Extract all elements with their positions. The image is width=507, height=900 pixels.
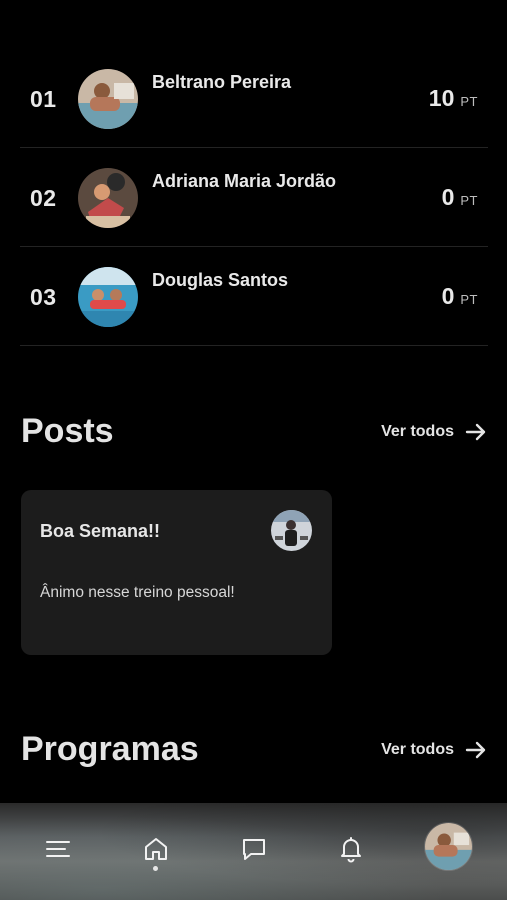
arrow-right-icon	[465, 423, 486, 440]
post-body: Ânimo nesse treino pessoal!	[40, 584, 235, 601]
athlete-name: Beltrano Pereira	[152, 72, 292, 92]
post-author-avatar	[271, 510, 312, 551]
notifications-button[interactable]	[333, 831, 369, 867]
score: 0 PT	[442, 283, 478, 310]
athlete-name: Douglas Santos	[152, 270, 289, 290]
post-card[interactable]: Boa Semana!! Ânimo nesse treino pessoal!	[21, 490, 332, 655]
menu-icon	[46, 841, 70, 857]
score: 0 PT	[442, 184, 478, 211]
profile-avatar[interactable]	[424, 822, 473, 871]
chat-icon	[243, 839, 265, 860]
ranking-row[interactable]: 03 Douglas Santos 0 PT	[20, 247, 488, 346]
score-unit: PT	[460, 193, 478, 208]
arrow-right-icon	[465, 741, 486, 758]
app-screen: 01 Beltrano Pereira 10 PT 02 Adriana Mar…	[0, 0, 507, 900]
rank-position: 01	[30, 86, 57, 112]
posts-see-all-button[interactable]: Ver todos	[381, 420, 488, 444]
score: 10 PT	[429, 85, 478, 112]
ranking-list: 01 Beltrano Pereira 10 PT 02 Adriana Mar…	[20, 49, 488, 346]
ranking-row[interactable]: 01 Beltrano Pereira 10 PT	[20, 49, 488, 148]
posts-header: Posts Ver todos	[21, 412, 488, 451]
score-value: 0	[441, 283, 455, 309]
programs-header: Programas Ver todos	[21, 730, 488, 769]
avatar-photo	[78, 168, 138, 228]
see-all-label: Ver todos	[381, 422, 454, 440]
ranking-row[interactable]: 02 Adriana Maria Jordão 0 PT	[20, 148, 488, 247]
menu-button[interactable]	[40, 831, 76, 867]
bell-icon	[341, 837, 361, 863]
score-value: 10	[428, 85, 455, 111]
score-unit: PT	[460, 94, 478, 109]
home-button[interactable]	[138, 831, 174, 867]
chat-button[interactable]	[236, 831, 272, 867]
avatar	[78, 69, 138, 129]
avatar-photo	[425, 823, 472, 870]
avatar-photo	[271, 510, 312, 551]
programs-title: Programas	[21, 730, 199, 768]
avatar	[78, 267, 138, 327]
active-indicator	[153, 866, 158, 871]
post-title: Boa Semana!!	[40, 521, 161, 541]
programs-see-all-button[interactable]: Ver todos	[381, 738, 488, 762]
score-value: 0	[441, 184, 455, 210]
posts-title: Posts	[21, 412, 114, 450]
see-all-label: Ver todos	[381, 740, 454, 758]
rank-position: 03	[30, 284, 57, 310]
athlete-name: Adriana Maria Jordão	[152, 171, 337, 191]
rank-position: 02	[30, 185, 57, 211]
avatar	[78, 168, 138, 228]
home-icon	[145, 838, 167, 860]
score-unit: PT	[460, 292, 478, 307]
avatar-photo	[78, 69, 138, 129]
avatar-photo	[78, 267, 138, 327]
